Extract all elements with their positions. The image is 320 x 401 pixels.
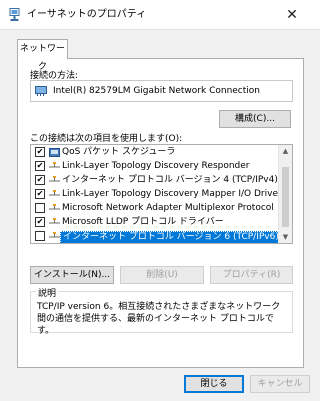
item-label: QoS パケット スケジューラ [62, 147, 176, 157]
close-icon[interactable]: ✕ [284, 7, 300, 23]
uninstall-button[interactable]: 削除(U) [120, 266, 204, 284]
list-item[interactable]: ✔ Link-Layer Topology Discovery Mapper I… [31, 188, 282, 201]
items-listbox[interactable]: ✔ QoS パケット スケジューラ ✔ Link-Layer Topology … [30, 144, 293, 244]
protocol-icon [49, 162, 60, 168]
window-title: イーサネットのプロパティ [27, 9, 147, 20]
checkbox[interactable]: ✔ [35, 189, 45, 199]
list-item-selected[interactable]: インターネット プロトコル バージョン 6 (TCP/IPv6) [31, 230, 282, 243]
list-item[interactable]: ✔ インターネット プロトコル バージョン 4 (TCP/IPv4) [31, 174, 279, 187]
adapter-name: Intel(R) 82579LM Gigabit Network Connect… [53, 86, 260, 96]
properties-button[interactable]: プロパティ(R) [210, 266, 293, 284]
item-label: インターネット プロトコル バージョン 4 (TCP/IPv4) [62, 175, 278, 185]
description-group: 説明 TCP/IP version 6。相互接続されたさまざまなネットワーク間の… [30, 286, 293, 336]
list-item[interactable]: ✔ Link-Layer Topology Discovery Responde… [31, 160, 279, 173]
protocol-icon [49, 218, 60, 224]
checkbox[interactable]: ✔ [35, 161, 45, 171]
checkbox[interactable] [35, 203, 45, 213]
item-label: インターネット プロトコル バージョン 6 (TCP/IPv6) [60, 231, 282, 243]
title-bar[interactable]: イーサネットのプロパティ ✕ [0, 0, 320, 30]
item-label: Microsoft LLDP プロトコル ドライバー [62, 217, 224, 227]
install-button[interactable]: インストール(N)... [30, 266, 114, 284]
items-label: この接続は次の項目を使用します(O): [30, 134, 183, 144]
checkbox[interactable]: ✔ [35, 217, 45, 227]
list-item[interactable]: ✔ QoS パケット スケジューラ [31, 146, 279, 159]
checkbox[interactable] [35, 231, 45, 241]
checkbox[interactable]: ✔ [35, 175, 45, 185]
close-button[interactable]: 閉じる [184, 375, 244, 393]
network-adapter-icon [9, 8, 20, 21]
list-scrollbar[interactable]: ▲ ▼ [278, 145, 292, 243]
network-tab-panel: 接続の方法: Intel(R) 82579LM Gigabit Network … [17, 58, 304, 368]
description-title: 説明 [36, 286, 59, 299]
scroll-down-arrow-icon[interactable]: ▼ [279, 231, 292, 243]
list-item[interactable]: Microsoft Network Adapter Multiplexor Pr… [31, 202, 279, 215]
item-label: Microsoft Network Adapter Multiplexor Pr… [62, 203, 274, 213]
cancel-button[interactable]: キャンセル [250, 375, 310, 393]
scroll-thumb[interactable] [282, 167, 289, 227]
item-label: Link-Layer Topology Discovery Mapper I/O… [62, 189, 282, 199]
item-label: Link-Layer Topology Discovery Responder [62, 161, 250, 171]
protocol-icon [49, 232, 60, 238]
list-item[interactable]: ✔ Microsoft LLDP プロトコル ドライバー [31, 216, 279, 229]
protocol-icon [49, 204, 60, 210]
qos-scheduler-icon [49, 148, 60, 157]
scroll-up-arrow-icon[interactable]: ▲ [279, 145, 292, 157]
protocol-icon [49, 190, 60, 196]
network-card-icon [35, 86, 47, 96]
configure-button[interactable]: 構成(C)... [219, 110, 291, 128]
adapter-display: Intel(R) 82579LM Gigabit Network Connect… [30, 80, 293, 102]
protocol-icon [49, 176, 60, 182]
description-text: TCP/IP version 6。相互接続されたさまざまなネットワーク間の通信を… [37, 302, 281, 336]
checkbox[interactable]: ✔ [35, 147, 45, 157]
tab-network[interactable]: ネットワーク [17, 39, 68, 72]
